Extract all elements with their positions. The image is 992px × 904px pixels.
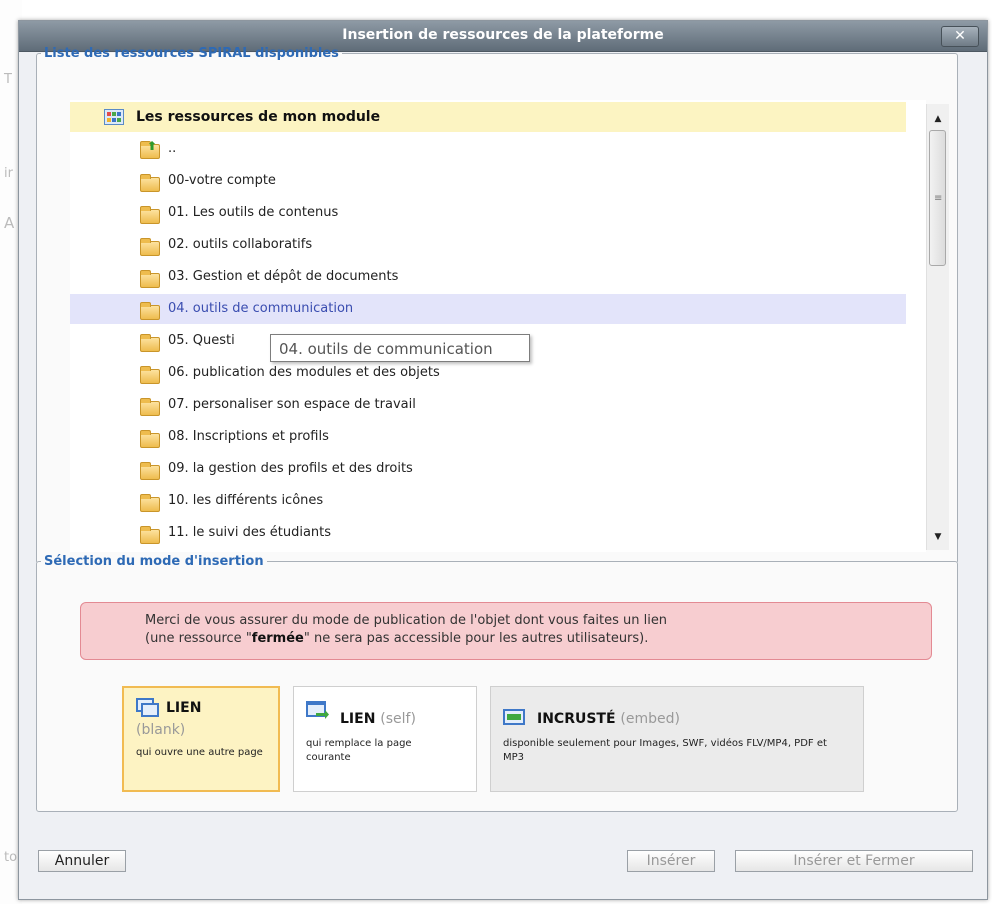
tree-item-folder[interactable]: 07. personaliser son espace de travail: [70, 390, 906, 420]
tree-item-folder[interactable]: 02. outils collaboratifs: [70, 230, 906, 260]
mode-title-row: INCRUSTÉ (embed): [537, 711, 680, 727]
mode-subtitle: (self): [380, 711, 416, 727]
resources-legend: Liste des ressources SPIRAL disponibles: [44, 46, 339, 61]
tree-item-label: ..: [168, 141, 177, 156]
folder-icon: [140, 270, 160, 288]
tree-item-label: 01. Les outils de contenus: [168, 205, 339, 220]
module-grid-icon: [104, 109, 124, 125]
insert-button[interactable]: Insérer: [627, 850, 715, 872]
folder-icon: [140, 398, 160, 416]
publication-warning: Merci de vous assurer du mode de publica…: [80, 602, 932, 660]
folder-icon: [140, 174, 160, 192]
folder-icon: [140, 334, 160, 352]
background-text: A: [4, 214, 15, 232]
item-tooltip: 04. outils de communication: [270, 334, 530, 362]
tree-item-folder-hovered[interactable]: 04. outils de communication: [70, 294, 906, 324]
mode-title: INCRUSTÉ: [537, 711, 616, 727]
tree-item-label: 08. Inscriptions et profils: [168, 429, 329, 444]
tree-item-folder[interactable]: 03. Gestion et dépôt de documents: [70, 262, 906, 292]
tree-item-folder[interactable]: 06. publication des modules et des objet…: [70, 358, 906, 388]
tree-item-parent[interactable]: ⬆ ..: [70, 134, 906, 164]
new-window-icon: [136, 698, 159, 717]
folder-icon: [140, 366, 160, 384]
dialog-title: Insertion de ressources de la plateforme: [342, 27, 664, 43]
tree-item-folder[interactable]: 01. Les outils de contenus: [70, 198, 906, 228]
same-window-arrow-icon: [306, 701, 329, 719]
mode-subtitle: (embed): [620, 711, 680, 727]
tree-item-label: 06. publication des modules et des objet…: [168, 365, 440, 380]
tree-item-label: 03. Gestion et dépôt de documents: [168, 269, 399, 284]
mode-description: qui remplace la page courante: [306, 738, 412, 763]
folder-icon: [140, 494, 160, 512]
tree-item-folder[interactable]: 08. Inscriptions et profils: [70, 422, 906, 452]
tree-root[interactable]: Les ressources de mon module: [70, 102, 906, 132]
cancel-button[interactable]: Annuler: [38, 850, 126, 872]
insert-and-close-button[interactable]: Insérer et Fermer: [735, 850, 973, 872]
folder-icon: [140, 430, 160, 448]
mode-description: disponible seulement pour Images, SWF, v…: [503, 738, 827, 763]
warning-line-1: Merci de vous assurer du mode de publica…: [145, 613, 668, 628]
embed-image-icon: [503, 709, 525, 725]
tree-item-label: 05. Questi: [168, 333, 235, 348]
background-text: ir: [4, 166, 13, 181]
resource-tree: Les ressources de mon module ⬆ .. 00-vot…: [70, 100, 926, 552]
tree-root-label: Les ressources de mon module: [136, 109, 381, 125]
mode-description: qui ouvre une autre page: [136, 747, 263, 758]
mode-title: LIEN: [166, 700, 202, 716]
warning-bold-text: fermée: [251, 631, 304, 646]
folder-icon: [140, 526, 160, 544]
tree-scrollbar[interactable]: ▲ ≡ ▼: [926, 104, 949, 550]
grip-icon: ≡: [934, 193, 943, 204]
background-text: to: [4, 850, 18, 865]
tree-item-folder[interactable]: 10. les différents icônes: [70, 486, 906, 516]
insertion-mode-legend: Sélection du mode d'insertion: [44, 554, 264, 569]
mode-title-row: LIEN (self): [340, 711, 416, 727]
folder-icon: [140, 302, 160, 320]
tree-item-folder[interactable]: 00-votre compte: [70, 166, 906, 196]
tree-item-folder[interactable]: 09. la gestion des profils et des droits: [70, 454, 906, 484]
warning-text: (une ressource ": [145, 631, 252, 646]
warning-text: " ne sera pas accessible pour les autres…: [303, 631, 649, 646]
tree-item-label: 11. le suivi des étudiants: [168, 525, 332, 540]
close-button[interactable]: ✕: [941, 26, 979, 47]
tree-item-label: 10. les différents icônes: [168, 493, 324, 508]
tree-item-label: 04. outils de communication: [168, 301, 354, 316]
mode-embed[interactable]: INCRUSTÉ (embed) disponible seulement po…: [490, 686, 864, 792]
scroll-thumb[interactable]: ≡: [929, 130, 946, 266]
mode-subtitle: (blank): [136, 722, 186, 738]
tree-item-label: 02. outils collaboratifs: [168, 237, 313, 252]
folder-icon: [140, 462, 160, 480]
tree-item-folder[interactable]: 11. le suivi des étudiants: [70, 518, 906, 548]
tree-item-label: 00-votre compte: [168, 173, 276, 188]
folder-up-icon: ⬆: [140, 139, 160, 159]
warning-line-2: (une ressource "fermée" ne sera pas acce…: [145, 630, 931, 648]
tree-item-label: 09. la gestion des profils et des droits: [168, 461, 413, 476]
scroll-down-icon[interactable]: ▼: [927, 528, 949, 546]
background-text: T: [4, 72, 12, 87]
mode-link-blank[interactable]: LIEN (blank) qui ouvre une autre page: [122, 686, 280, 792]
mode-link-self[interactable]: LIEN (self) qui remplace la page courant…: [293, 686, 477, 792]
mode-title: LIEN: [340, 711, 376, 727]
tree-item-label: 07. personaliser son espace de travail: [168, 397, 416, 412]
scroll-up-icon[interactable]: ▲: [927, 110, 949, 128]
folder-icon: [140, 238, 160, 256]
folder-icon: [140, 206, 160, 224]
